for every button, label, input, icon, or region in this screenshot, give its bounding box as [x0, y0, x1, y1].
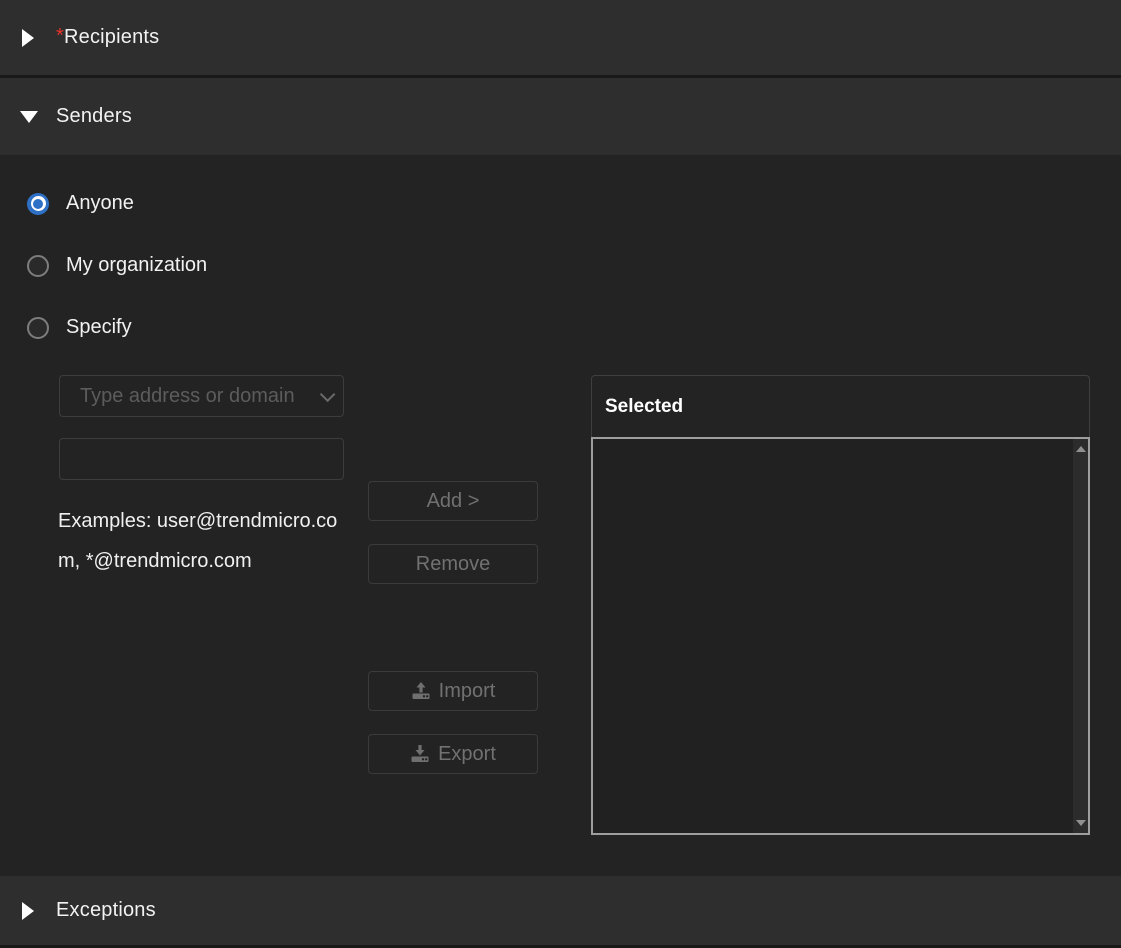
radio-anyone-label: Anyone [66, 192, 134, 215]
examples-text: Examples: user@trendmicro.com, *@trendmi… [58, 501, 348, 581]
radio-my-organization-label: My organization [66, 254, 207, 277]
exceptions-label: Exceptions [56, 899, 156, 922]
radio-specify-label: Specify [66, 316, 132, 339]
caret-right-icon [20, 29, 42, 47]
upload-icon [411, 681, 431, 701]
section-header-recipients[interactable]: *Recipients [0, 0, 1121, 75]
import-button[interactable]: Import [368, 671, 538, 711]
address-input[interactable] [59, 438, 344, 480]
radio-my-organization[interactable]: My organization [27, 254, 207, 277]
selected-panel-header: Selected [591, 375, 1090, 437]
caret-down-icon [20, 111, 42, 123]
import-label: Import [439, 680, 496, 703]
export-button[interactable]: Export [368, 734, 538, 774]
radio-unselected-icon[interactable] [27, 255, 49, 277]
address-type-placeholder: Type address or domain [80, 385, 312, 408]
required-marker: * [56, 25, 64, 47]
scroll-up-icon[interactable] [1076, 446, 1086, 452]
recipients-title: *Recipients [56, 26, 159, 49]
senders-content: Anyone My organization Specify Type addr… [0, 155, 1121, 876]
senders-label: Senders [56, 105, 132, 128]
add-button[interactable]: Add > [368, 481, 538, 521]
radio-unselected-icon[interactable] [27, 317, 49, 339]
section-header-senders[interactable]: Senders [0, 78, 1121, 155]
selected-panel-title: Selected [605, 396, 683, 418]
scrollbar[interactable] [1073, 439, 1088, 833]
remove-button[interactable]: Remove [368, 544, 538, 584]
radio-anyone[interactable]: Anyone [27, 192, 134, 215]
selected-listbox[interactable] [591, 437, 1090, 835]
caret-right-icon [20, 902, 42, 920]
chevron-down-icon [320, 386, 336, 402]
scroll-down-icon[interactable] [1076, 820, 1086, 826]
download-icon [410, 744, 430, 764]
section-header-exceptions[interactable]: Exceptions [0, 876, 1121, 945]
address-type-select[interactable]: Type address or domain [59, 375, 344, 417]
radio-specify[interactable]: Specify [27, 316, 132, 339]
selected-panel: Selected [591, 375, 1090, 835]
recipients-label: Recipients [64, 26, 159, 48]
export-label: Export [438, 743, 496, 766]
radio-selected-icon[interactable] [27, 193, 49, 215]
